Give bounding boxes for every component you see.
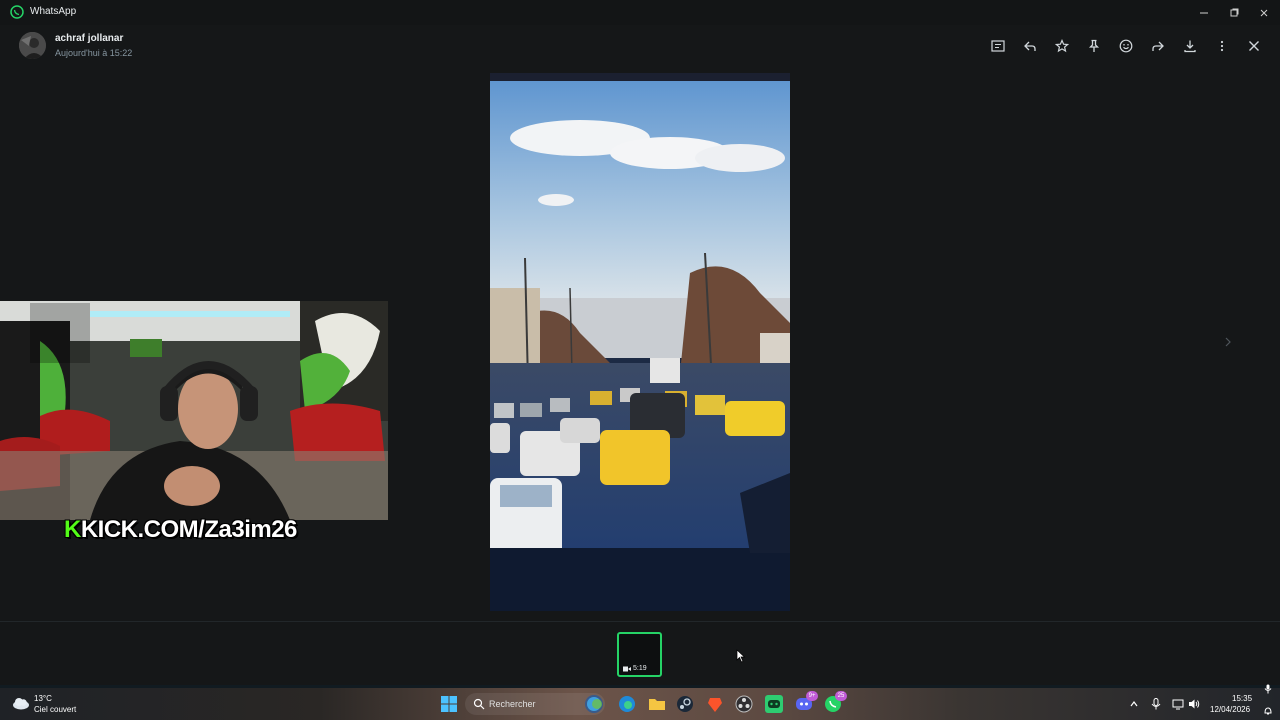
clock-date[interactable]: 12/04/2026 bbox=[1210, 705, 1250, 714]
react-button[interactable] bbox=[1116, 36, 1136, 56]
next-media-button[interactable] bbox=[1222, 336, 1234, 348]
title-bar: WhatsApp bbox=[0, 0, 1280, 25]
stream-url-overlay: KKICK.COM/Za3im26 bbox=[64, 516, 297, 544]
reply-button[interactable] bbox=[1020, 36, 1040, 56]
window-close-icon bbox=[1260, 9, 1268, 16]
taskbar-app-brave[interactable] bbox=[706, 695, 724, 713]
network-icon bbox=[1172, 699, 1184, 710]
more-options-button[interactable] bbox=[1212, 36, 1232, 56]
microphone-button[interactable] bbox=[1149, 697, 1163, 711]
speaker-icon bbox=[1189, 699, 1200, 709]
pin-button[interactable] bbox=[1084, 36, 1104, 56]
notification-bell-icon bbox=[1264, 707, 1272, 715]
mouse-pointer-icon bbox=[736, 649, 746, 663]
taskbar-app-obs[interactable] bbox=[735, 695, 753, 713]
reply-icon bbox=[1024, 41, 1036, 51]
pin-icon bbox=[1088, 39, 1100, 52]
download-icon bbox=[1184, 40, 1196, 53]
minimize-icon bbox=[1200, 12, 1208, 13]
go-to-message-button[interactable] bbox=[988, 36, 1008, 56]
kick-logo-letter: K bbox=[64, 516, 81, 543]
webcam-image bbox=[0, 301, 388, 520]
start-button[interactable] bbox=[440, 695, 458, 713]
viewer-toolbar bbox=[0, 36, 1280, 56]
discord-notification-badge: 9+ bbox=[806, 691, 818, 701]
more-icon bbox=[1220, 40, 1224, 52]
weather-description[interactable]: Ciel couvert bbox=[34, 705, 76, 714]
notification-button[interactable] bbox=[1262, 705, 1274, 717]
network-button[interactable] bbox=[1171, 697, 1185, 711]
globe-icon bbox=[587, 697, 602, 711]
taskbar: 13°C Ciel couvert Rechercher 9+ 25 15:35… bbox=[0, 688, 1280, 720]
taskbar-app-news[interactable] bbox=[585, 695, 603, 713]
clock-time[interactable]: 15:35 bbox=[1232, 694, 1252, 703]
weather-temperature[interactable]: 13°C bbox=[34, 694, 52, 703]
whatsapp-notification-badge: 25 bbox=[835, 691, 847, 701]
microphone-icon bbox=[1151, 698, 1161, 710]
obs-icon bbox=[735, 695, 753, 713]
video-duration: 5:19 bbox=[623, 665, 647, 672]
maximize-button[interactable] bbox=[1218, 0, 1250, 25]
restore-icon bbox=[1230, 8, 1239, 16]
video-camera-icon bbox=[623, 666, 631, 671]
stream-url-text: KICK.COM/Za3im26 bbox=[80, 516, 298, 543]
message-icon bbox=[991, 40, 1005, 52]
star-button[interactable] bbox=[1052, 36, 1072, 56]
search-icon bbox=[473, 698, 485, 710]
emoji-icon bbox=[1119, 39, 1133, 53]
cloud-icon[interactable] bbox=[12, 696, 30, 710]
close-viewer-button[interactable] bbox=[1244, 36, 1264, 56]
show-hidden-icons-button[interactable] bbox=[1127, 697, 1141, 711]
taskbar-app-steam[interactable] bbox=[676, 695, 694, 713]
windows-logo-icon bbox=[441, 696, 457, 712]
forward-icon bbox=[1152, 41, 1164, 51]
traffic-scene-image bbox=[490, 73, 790, 611]
download-button[interactable] bbox=[1180, 36, 1200, 56]
chevron-right-icon bbox=[1225, 337, 1231, 347]
search-placeholder: Rechercher bbox=[489, 699, 536, 709]
brave-icon bbox=[708, 698, 722, 712]
taskbar-app-whatsapp[interactable]: 25 bbox=[824, 691, 847, 713]
microphone-indicator-icon bbox=[1264, 684, 1272, 694]
taskbar-app-game[interactable] bbox=[765, 695, 783, 713]
star-icon bbox=[1055, 39, 1069, 53]
taskbar-search[interactable]: Rechercher bbox=[465, 693, 605, 715]
window-close-button[interactable] bbox=[1248, 0, 1280, 25]
webcam-overlay bbox=[0, 301, 388, 520]
whatsapp-logo-icon bbox=[10, 5, 24, 19]
close-icon bbox=[1249, 41, 1259, 51]
taskbar-app-explorer[interactable] bbox=[648, 695, 666, 713]
duration-text: 5:19 bbox=[633, 665, 647, 672]
edge-icon bbox=[619, 696, 635, 712]
chevron-up-icon bbox=[1130, 701, 1138, 707]
folder-icon bbox=[649, 699, 665, 710]
taskbar-app-edge[interactable] bbox=[618, 695, 636, 713]
gamepad-icon bbox=[768, 700, 780, 708]
media-thumbnail-strip: 5:19 bbox=[0, 621, 1280, 685]
taskbar-app-discord[interactable]: 9+ bbox=[795, 691, 818, 713]
steam-icon bbox=[677, 696, 693, 712]
app-title: WhatsApp bbox=[30, 6, 77, 17]
mic-in-use-indicator bbox=[1262, 683, 1274, 695]
minimize-button[interactable] bbox=[1188, 0, 1220, 25]
forward-button[interactable] bbox=[1148, 36, 1168, 56]
media-thumbnail-selected[interactable]: 5:19 bbox=[617, 632, 662, 677]
media-video[interactable] bbox=[490, 73, 790, 611]
volume-button[interactable] bbox=[1187, 697, 1201, 711]
